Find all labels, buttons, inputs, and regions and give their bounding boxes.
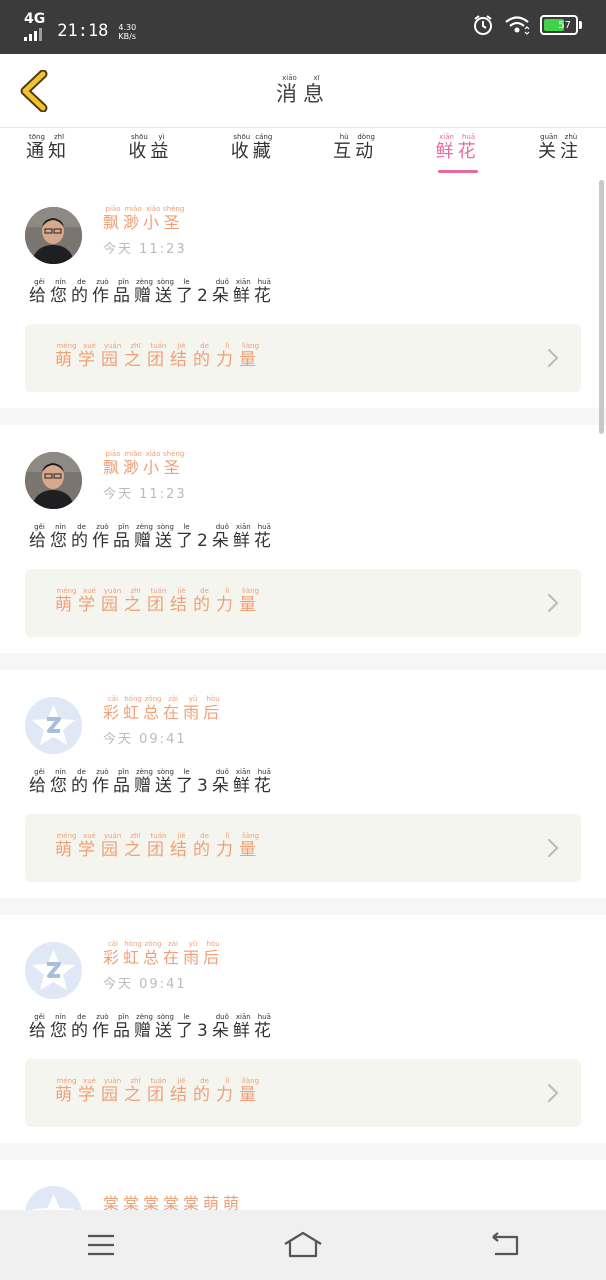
tab-bar: 通tōng知zhī 收shōu益yì 收shōu藏cáng 互hù动dòng 鲜… xyxy=(0,129,606,179)
back-icon xyxy=(492,1232,519,1256)
flower-message: 给gěi您nín的de作zuò品pǐn赠zèng送sòng了le3朵duǒ鲜xi… xyxy=(29,1013,275,1041)
work-title: 萌méng学xué园yuán之zhī团tuán结jié的de力lì量liàng xyxy=(55,342,262,370)
avatar[interactable] xyxy=(25,942,82,999)
qq-avatar-icon xyxy=(25,697,82,754)
username[interactable]: 彩cǎi虹hóng总zǒng在zài雨yǔ后hòu xyxy=(103,940,223,968)
alarm-icon xyxy=(474,15,492,35)
battery-tip xyxy=(579,21,582,29)
time-value: 11:23 xyxy=(139,242,187,257)
work-link[interactable]: 萌méng学xué园yuán之zhī团tuán结jié的de力lì量liàng xyxy=(25,569,581,637)
qq-avatar-icon xyxy=(25,1186,82,1210)
network-indicator: 4G xyxy=(24,12,45,41)
avatar[interactable] xyxy=(25,452,82,509)
timestamp: 今天 11:23 xyxy=(103,238,187,257)
chevron-right-icon xyxy=(547,838,559,858)
time-word: 今天 xyxy=(103,242,134,257)
tab-earnings[interactable]: 收shōu益yì xyxy=(128,129,172,179)
menu-button[interactable] xyxy=(71,1220,131,1270)
time-word: 今天 xyxy=(103,732,134,747)
list-item[interactable]: 彩cǎi虹hóng总zǒng在zài雨yǔ后hòu 今天 09:41 给gěi您… xyxy=(0,670,606,898)
avatar[interactable] xyxy=(25,697,82,754)
user-photo-image xyxy=(25,207,82,264)
work-title: 萌méng学xué园yuán之zhī团tuán结jié的de力lì量liàng xyxy=(55,832,262,860)
username[interactable]: 彩cǎi虹hóng总zǒng在zài雨yǔ后hòu xyxy=(103,695,223,723)
tab-flowers[interactable]: 鲜xiān花huā xyxy=(436,129,480,179)
user-photo-image xyxy=(25,452,82,509)
chevron-right-icon xyxy=(547,348,559,368)
list-item-partial[interactable]: 棠棠棠棠棠萌萌 xyxy=(0,1160,606,1210)
home-icon xyxy=(284,1231,322,1258)
network-type: 4G xyxy=(24,11,46,27)
username[interactable]: 飘piāo渺miǎo小xiǎo圣shèng xyxy=(103,205,184,233)
work-link[interactable]: 萌méng学xué园yuán之zhī团tuán结jié的de力lì量liàng xyxy=(25,1059,581,1127)
work-link[interactable]: 萌méng学xué园yuán之zhī团tuán结jié的de力lì量liàng xyxy=(25,324,581,392)
menu-icon xyxy=(88,1234,114,1256)
wifi-icon xyxy=(505,16,530,35)
back-nav-button[interactable] xyxy=(475,1220,535,1270)
list-item[interactable]: 彩cǎi虹hóng总zǒng在zài雨yǔ后hòu 今天 09:41 给gěi您… xyxy=(0,915,606,1143)
signal-icon xyxy=(24,28,45,41)
battery-icon: 57 xyxy=(540,15,578,35)
chevron-right-icon xyxy=(547,593,559,613)
flower-message: 给gěi您nín的de作zuò品pǐn赠zèng送sòng了le3朵duǒ鲜xi… xyxy=(29,768,275,796)
tab-favorites[interactable]: 收shōu藏cáng xyxy=(231,129,275,179)
clock: 21:18 xyxy=(57,21,109,41)
chevron-right-icon xyxy=(547,1083,559,1103)
home-button[interactable] xyxy=(273,1220,333,1270)
time-word: 今天 xyxy=(103,977,134,992)
qq-avatar-icon xyxy=(25,942,82,999)
status-bar: 4G 21:18 4.30 KB/s 57 xyxy=(0,0,606,54)
scrollbar[interactable] xyxy=(599,180,604,434)
system-nav-bar xyxy=(0,1210,606,1280)
time-word: 今天 xyxy=(103,487,134,502)
timestamp: 今天 11:23 xyxy=(103,483,187,502)
username[interactable]: 棠棠棠棠棠萌萌 xyxy=(103,1190,243,1210)
battery-level: 57 xyxy=(558,19,571,31)
tab-following[interactable]: 关guān注zhù xyxy=(538,129,582,179)
timestamp: 今天 09:41 xyxy=(103,973,187,992)
work-title: 萌méng学xué园yuán之zhī团tuán结jié的de力lì量liàng xyxy=(55,1077,262,1105)
flower-message: 给gěi您nín的de作zuò品pǐn赠zèng送sòng了le2朵duǒ鲜xi… xyxy=(29,523,275,551)
flower-message: 给gěi您nín的de作zuò品pǐn赠zèng送sòng了le2朵duǒ鲜xi… xyxy=(29,278,275,306)
list-item[interactable]: 飘piāo渺miǎo小xiǎo圣shèng 今天 11:23 给gěi您nín的… xyxy=(0,180,606,408)
work-link[interactable]: 萌méng学xué园yuán之zhī团tuán结jié的de力lì量liàng xyxy=(25,814,581,882)
avatar[interactable] xyxy=(25,207,82,264)
avatar[interactable] xyxy=(25,1186,82,1210)
time-value: 11:23 xyxy=(139,487,187,502)
work-title: 萌méng学xué园yuán之zhī团tuán结jié的de力lì量liàng xyxy=(55,587,262,615)
tab-interaction[interactable]: 互hù动dòng xyxy=(333,129,377,179)
time-value: 09:41 xyxy=(139,977,187,992)
list-item[interactable]: 飘piāo渺miǎo小xiǎo圣shèng 今天 11:23 给gěi您nín的… xyxy=(0,425,606,653)
timestamp: 今天 09:41 xyxy=(103,728,187,747)
flower-message-list[interactable]: 飘piāo渺miǎo小xiǎo圣shèng 今天 11:23 给gěi您nín的… xyxy=(0,180,606,1210)
tab-notice[interactable]: 通tōng知zhī xyxy=(26,129,70,179)
header: 消xiāo息xī xyxy=(0,54,606,128)
time-value: 09:41 xyxy=(139,732,187,747)
username[interactable]: 飘piāo渺miǎo小xiǎo圣shèng xyxy=(103,450,184,478)
network-speed: 4.30 KB/s xyxy=(118,23,137,41)
page-title: 消xiāo息xī xyxy=(276,74,330,106)
